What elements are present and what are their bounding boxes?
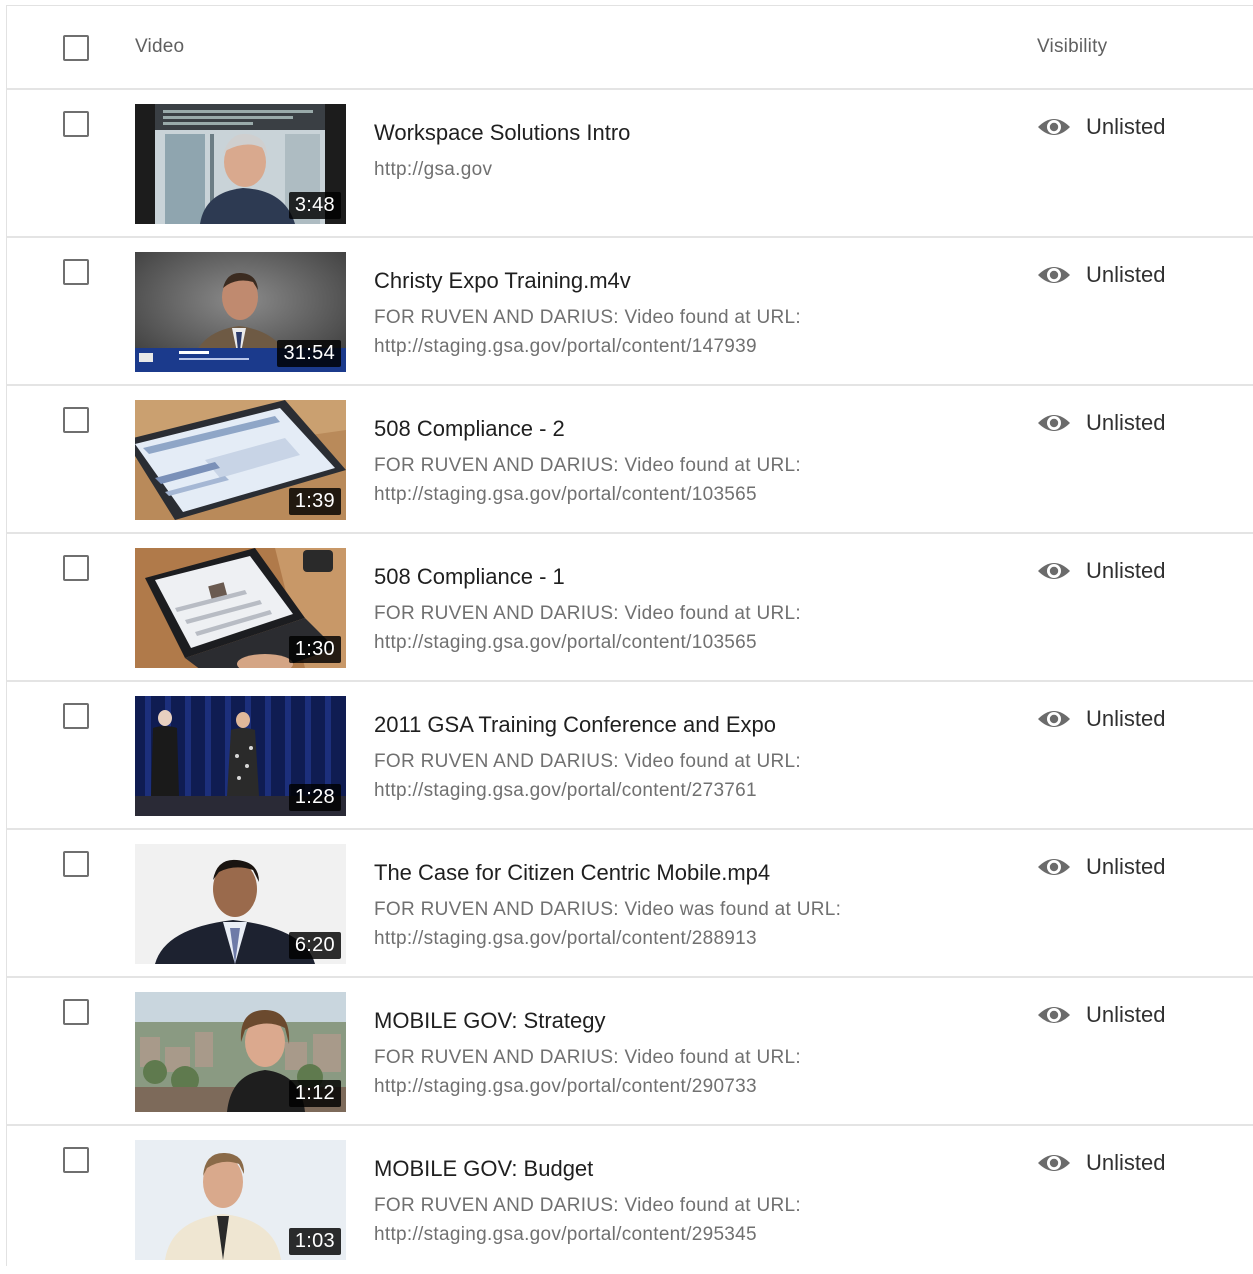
eye-icon	[1038, 267, 1070, 283]
table-row: 1:12 MOBILE GOV: Strategy FOR RUVEN AND …	[7, 978, 1253, 1126]
visibility-label: Unlisted	[1086, 114, 1166, 139]
video-description: FOR RUVEN AND DARIUS: Video found at URL…	[374, 751, 801, 801]
eye-icon	[1038, 563, 1070, 579]
table-row: 1:30 508 Compliance - 1 FOR RUVEN AND DA…	[7, 534, 1253, 682]
visibility-status[interactable]: Unlisted	[1037, 854, 1165, 880]
video-duration: 6:20	[288, 932, 341, 959]
video-title[interactable]: MOBILE GOV: Budget	[374, 1156, 593, 1182]
video-description: FOR RUVEN AND DARIUS: Video was found at…	[374, 899, 842, 949]
visibility-status[interactable]: Unlisted	[1037, 706, 1165, 732]
video-title[interactable]: MOBILE GOV: Strategy	[374, 1008, 605, 1034]
eye-icon	[1038, 1007, 1070, 1023]
video-duration: 1:39	[288, 488, 341, 515]
video-duration: 31:54	[277, 340, 341, 367]
visibility-label: Unlisted	[1086, 706, 1166, 731]
video-description: FOR RUVEN AND DARIUS: Video found at URL…	[374, 455, 801, 505]
video-title[interactable]: Christy Expo Training.m4v	[374, 268, 631, 294]
row-checkbox[interactable]	[63, 703, 89, 729]
video-title[interactable]: 508 Compliance - 1	[374, 564, 565, 590]
visibility-status[interactable]: Unlisted	[1037, 262, 1165, 288]
row-checkbox[interactable]	[63, 259, 89, 285]
visibility-status[interactable]: Unlisted	[1037, 1150, 1165, 1176]
video-duration: 1:03	[288, 1228, 341, 1255]
visibility-column-header[interactable]: Visibility	[1037, 36, 1107, 58]
visibility-label: Unlisted	[1086, 558, 1166, 583]
eye-icon	[1038, 119, 1070, 135]
table-row: 6:20 The Case for Citizen Centric Mobile…	[7, 830, 1253, 978]
table-row: 1:03 MOBILE GOV: Budget FOR RUVEN AND DA…	[7, 1126, 1253, 1274]
video-table: Video Visibility 3:48 Workspace Solution…	[6, 5, 1253, 1266]
video-thumbnail[interactable]: 1:03	[135, 1140, 346, 1260]
video-title[interactable]: 2011 GSA Training Conference and Expo	[374, 712, 776, 738]
table-row: 1:39 508 Compliance - 2 FOR RUVEN AND DA…	[7, 386, 1253, 534]
video-description: FOR RUVEN AND DARIUS: Video found at URL…	[374, 1195, 801, 1245]
video-column-header[interactable]: Video	[135, 36, 184, 58]
row-checkbox[interactable]	[63, 555, 89, 581]
video-description: FOR RUVEN AND DARIUS: Video found at URL…	[374, 603, 801, 653]
visibility-label: Unlisted	[1086, 854, 1166, 879]
select-all-checkbox[interactable]	[63, 35, 89, 61]
visibility-label: Unlisted	[1086, 262, 1166, 287]
table-header: Video Visibility	[7, 6, 1253, 90]
video-duration: 1:30	[288, 636, 341, 663]
video-duration: 1:28	[288, 784, 341, 811]
video-duration: 1:12	[288, 1080, 341, 1107]
visibility-status[interactable]: Unlisted	[1037, 1002, 1165, 1028]
row-checkbox[interactable]	[63, 111, 89, 137]
video-title[interactable]: 508 Compliance - 2	[374, 416, 565, 442]
visibility-label: Unlisted	[1086, 1150, 1166, 1175]
video-thumbnail[interactable]: 1:39	[135, 400, 346, 520]
table-row: 31:54 Christy Expo Training.m4v FOR RUVE…	[7, 238, 1253, 386]
video-title[interactable]: Workspace Solutions Intro	[374, 120, 630, 146]
video-title[interactable]: The Case for Citizen Centric Mobile.mp4	[374, 860, 770, 886]
video-thumbnail[interactable]: 31:54	[135, 252, 346, 372]
video-thumbnail[interactable]: 1:30	[135, 548, 346, 668]
visibility-status[interactable]: Unlisted	[1037, 114, 1165, 140]
eye-icon	[1038, 859, 1070, 875]
video-description: FOR RUVEN AND DARIUS: Video found at URL…	[374, 307, 801, 357]
video-thumbnail[interactable]: 3:48	[135, 104, 346, 224]
row-checkbox[interactable]	[63, 1147, 89, 1173]
visibility-label: Unlisted	[1086, 1002, 1166, 1027]
video-description: FOR RUVEN AND DARIUS: Video found at URL…	[374, 1047, 801, 1097]
row-checkbox[interactable]	[63, 851, 89, 877]
video-thumbnail[interactable]: 6:20	[135, 844, 346, 964]
table-row: 3:48 Workspace Solutions Intro http://gs…	[7, 90, 1253, 238]
video-duration: 3:48	[288, 192, 341, 219]
eye-icon	[1038, 711, 1070, 727]
row-checkbox[interactable]	[63, 999, 89, 1025]
eye-icon	[1038, 1155, 1070, 1171]
video-description: http://gsa.gov	[374, 159, 493, 180]
eye-icon	[1038, 415, 1070, 431]
visibility-label: Unlisted	[1086, 410, 1166, 435]
visibility-status[interactable]: Unlisted	[1037, 558, 1165, 584]
video-thumbnail[interactable]: 1:12	[135, 992, 346, 1112]
row-checkbox[interactable]	[63, 407, 89, 433]
video-thumbnail[interactable]: 1:28	[135, 696, 346, 816]
table-row: 1:28 2011 GSA Training Conference and Ex…	[7, 682, 1253, 830]
visibility-status[interactable]: Unlisted	[1037, 410, 1165, 436]
